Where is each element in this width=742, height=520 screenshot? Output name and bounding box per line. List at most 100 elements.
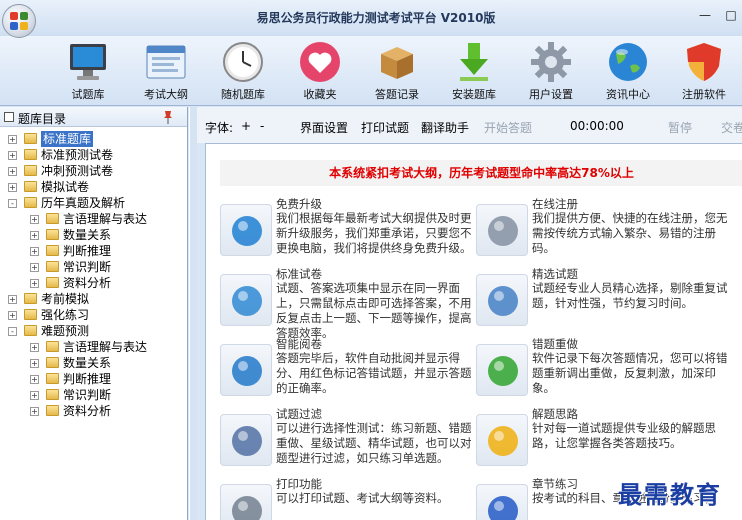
tree-expander-icon[interactable]: +: [30, 215, 39, 224]
tree-expander-icon[interactable]: +: [30, 263, 39, 272]
promo-banner: 本系统紧扣考试大纲，历年考试题型命中率高达78%以上: [220, 160, 742, 186]
folder-icon: [46, 389, 59, 400]
folder-icon: [46, 213, 59, 224]
toolbar-answer-records[interactable]: 答题记录: [365, 40, 429, 104]
tree-node-label: 难题预测: [41, 324, 90, 338]
tree-node[interactable]: + 冲刺预测试卷: [0, 163, 186, 179]
toolbar-favorites[interactable]: 收藏夹: [288, 40, 352, 104]
quiz-toolbar: 字体: + - 界面设置 打印试题 翻译助手 开始答题 00:00:00 暂停 …: [197, 107, 742, 143]
start-answer-button[interactable]: 开始答题: [484, 119, 532, 136]
tree-node[interactable]: + 强化练习: [0, 307, 186, 323]
tree-expander-icon[interactable]: -: [8, 327, 17, 336]
tree-expander-icon[interactable]: +: [30, 279, 39, 288]
watermark-text: 最需教育: [618, 480, 722, 509]
shield-icon: [682, 40, 726, 84]
tree-expander-icon[interactable]: +: [8, 295, 17, 304]
heart-icon: [298, 40, 342, 84]
toolbar-news-center[interactable]: 资讯中心: [596, 40, 660, 104]
pause-button[interactable]: 暂停: [668, 119, 692, 136]
tree-node-label: 标准题库: [41, 131, 94, 147]
tree-subnode[interactable]: + 言语理解与表达: [0, 339, 186, 355]
tree-expander-icon[interactable]: +: [30, 231, 39, 240]
magnifier-icon: [220, 414, 272, 466]
catalog-header: 题库目录: [0, 107, 187, 127]
box-icon: [375, 40, 419, 84]
tree-node[interactable]: + 标准预测试卷: [0, 147, 186, 163]
tree-expander-icon[interactable]: +: [8, 183, 17, 192]
tree-subnode[interactable]: + 数量关系: [0, 227, 186, 243]
tree-subnode[interactable]: + 判断推理: [0, 371, 186, 387]
pen-paper-icon: [476, 484, 528, 520]
tree-expander-icon[interactable]: +: [8, 151, 17, 160]
app-logo-icon[interactable]: [2, 4, 36, 38]
tree-node[interactable]: + 考前模拟: [0, 291, 186, 307]
tree-expander-icon[interactable]: +: [30, 375, 39, 384]
ui-settings-button[interactable]: 界面设置: [300, 119, 348, 136]
monitor-icon: [66, 40, 110, 84]
tree-subnode[interactable]: + 数量关系: [0, 355, 186, 371]
tree-expander-icon[interactable]: +: [8, 311, 17, 320]
chat-bubbles-icon: [476, 414, 528, 466]
folder-icon: [46, 341, 59, 352]
tree-expander-icon[interactable]: +: [30, 343, 39, 352]
tree-node-label: 标准预测试卷: [41, 148, 114, 162]
tree-node-label: 强化练习: [41, 308, 90, 322]
toolbar-exam-outline[interactable]: 考试大纲: [134, 40, 198, 104]
tree-node[interactable]: + 模拟试卷: [0, 179, 186, 195]
printer-icon: [220, 484, 272, 520]
folder-icon: [46, 245, 59, 256]
tree-node-label: 判断推理: [63, 372, 112, 386]
tree-subnode[interactable]: + 言语理解与表达: [0, 211, 186, 227]
tree-subnode[interactable]: + 常识判断: [0, 259, 186, 275]
feature-card: 解题思路 针对每一道试题提供专业级的解题思路，让您掌握各类答题技巧。: [476, 404, 731, 474]
feature-description: 可以打印试题、考试大纲等资料。: [276, 491, 449, 505]
font-decrease-button[interactable]: -: [260, 119, 264, 133]
feature-description: 可以进行选择性测试：练习新题、错题重做、星级试题、精华试题，也可以对题型进行过滤…: [276, 421, 472, 465]
submit-paper-button[interactable]: 交卷: [721, 119, 742, 136]
toolbar-user-settings[interactable]: 用户设置: [519, 40, 583, 104]
toolbar-question-bank[interactable]: 试题库: [56, 40, 120, 104]
print-quiz-button[interactable]: 打印试题: [361, 119, 409, 136]
folder-icon: [46, 373, 59, 384]
toolbar-register-software[interactable]: 注册软件: [672, 40, 736, 104]
tree-subnode[interactable]: + 判断推理: [0, 243, 186, 259]
folder-icon: [46, 261, 59, 272]
toolbar-random-bank[interactable]: 随机题库: [211, 40, 275, 104]
feature-title: 免费升级: [276, 197, 322, 211]
maximize-button[interactable]: □: [722, 7, 740, 23]
folder-icon: [46, 405, 59, 416]
tree-subnode[interactable]: + 资料分析: [0, 403, 186, 419]
globe-computer-icon: [220, 204, 272, 256]
tree-expander-icon[interactable]: +: [8, 135, 17, 144]
tree-subnode[interactable]: + 常识判断: [0, 387, 186, 403]
tree-expander-icon[interactable]: +: [30, 391, 39, 400]
toolbar-install-bank[interactable]: 安装题库: [442, 40, 506, 104]
catalog-tree: + 标准题库 + 标准预测试卷 + 冲刺预测试卷 + 模拟试卷 - 历年真题及解析 + 言语理解与表达…: [0, 131, 186, 419]
tree-node-label: 资料分析: [63, 404, 112, 418]
tree-node[interactable]: - 难题预测: [0, 323, 186, 339]
main-toolbar: 试题库 考试大纲 随机题库 收藏夹 答题记录 安装题库 用户设置 资讯中心 注册…: [0, 36, 742, 106]
tree-expander-icon[interactable]: +: [30, 407, 39, 416]
tree-expander-icon[interactable]: +: [8, 167, 17, 176]
pane-splitter[interactable]: [189, 107, 197, 520]
feature-title: 试题过滤: [276, 407, 322, 421]
tree-subnode[interactable]: + 资料分析: [0, 275, 186, 291]
folder-icon: [24, 133, 37, 144]
translate-helper-button[interactable]: 翻译助手: [421, 119, 469, 136]
folder-icon: [24, 149, 37, 160]
feature-description: 试题经专业人员精心选择，剔除重复试题，针对性强，节约复习时间。: [532, 281, 728, 310]
font-increase-button[interactable]: +: [241, 119, 251, 133]
minimize-button[interactable]: —: [696, 7, 714, 23]
font-size-label: 字体:: [205, 121, 234, 135]
window-arrow-icon: [476, 274, 528, 326]
feature-card: 错题重做 软件记录下每次答题情况，您可以将错题重新调出重做，反复刺激，加深印象。: [476, 334, 731, 404]
tree-expander-icon[interactable]: -: [8, 199, 17, 208]
tree-node[interactable]: + 标准题库: [0, 131, 186, 147]
gear-blue-icon: [220, 344, 272, 396]
tree-expander-icon[interactable]: +: [30, 359, 39, 368]
tree-expander-icon[interactable]: +: [30, 247, 39, 256]
feature-card: 打印功能 可以打印试题、考试大纲等资料。: [220, 474, 475, 520]
tree-node-label: 资料分析: [63, 276, 112, 290]
pin-icon[interactable]: [163, 110, 173, 124]
tree-node[interactable]: - 历年真题及解析: [0, 195, 186, 211]
